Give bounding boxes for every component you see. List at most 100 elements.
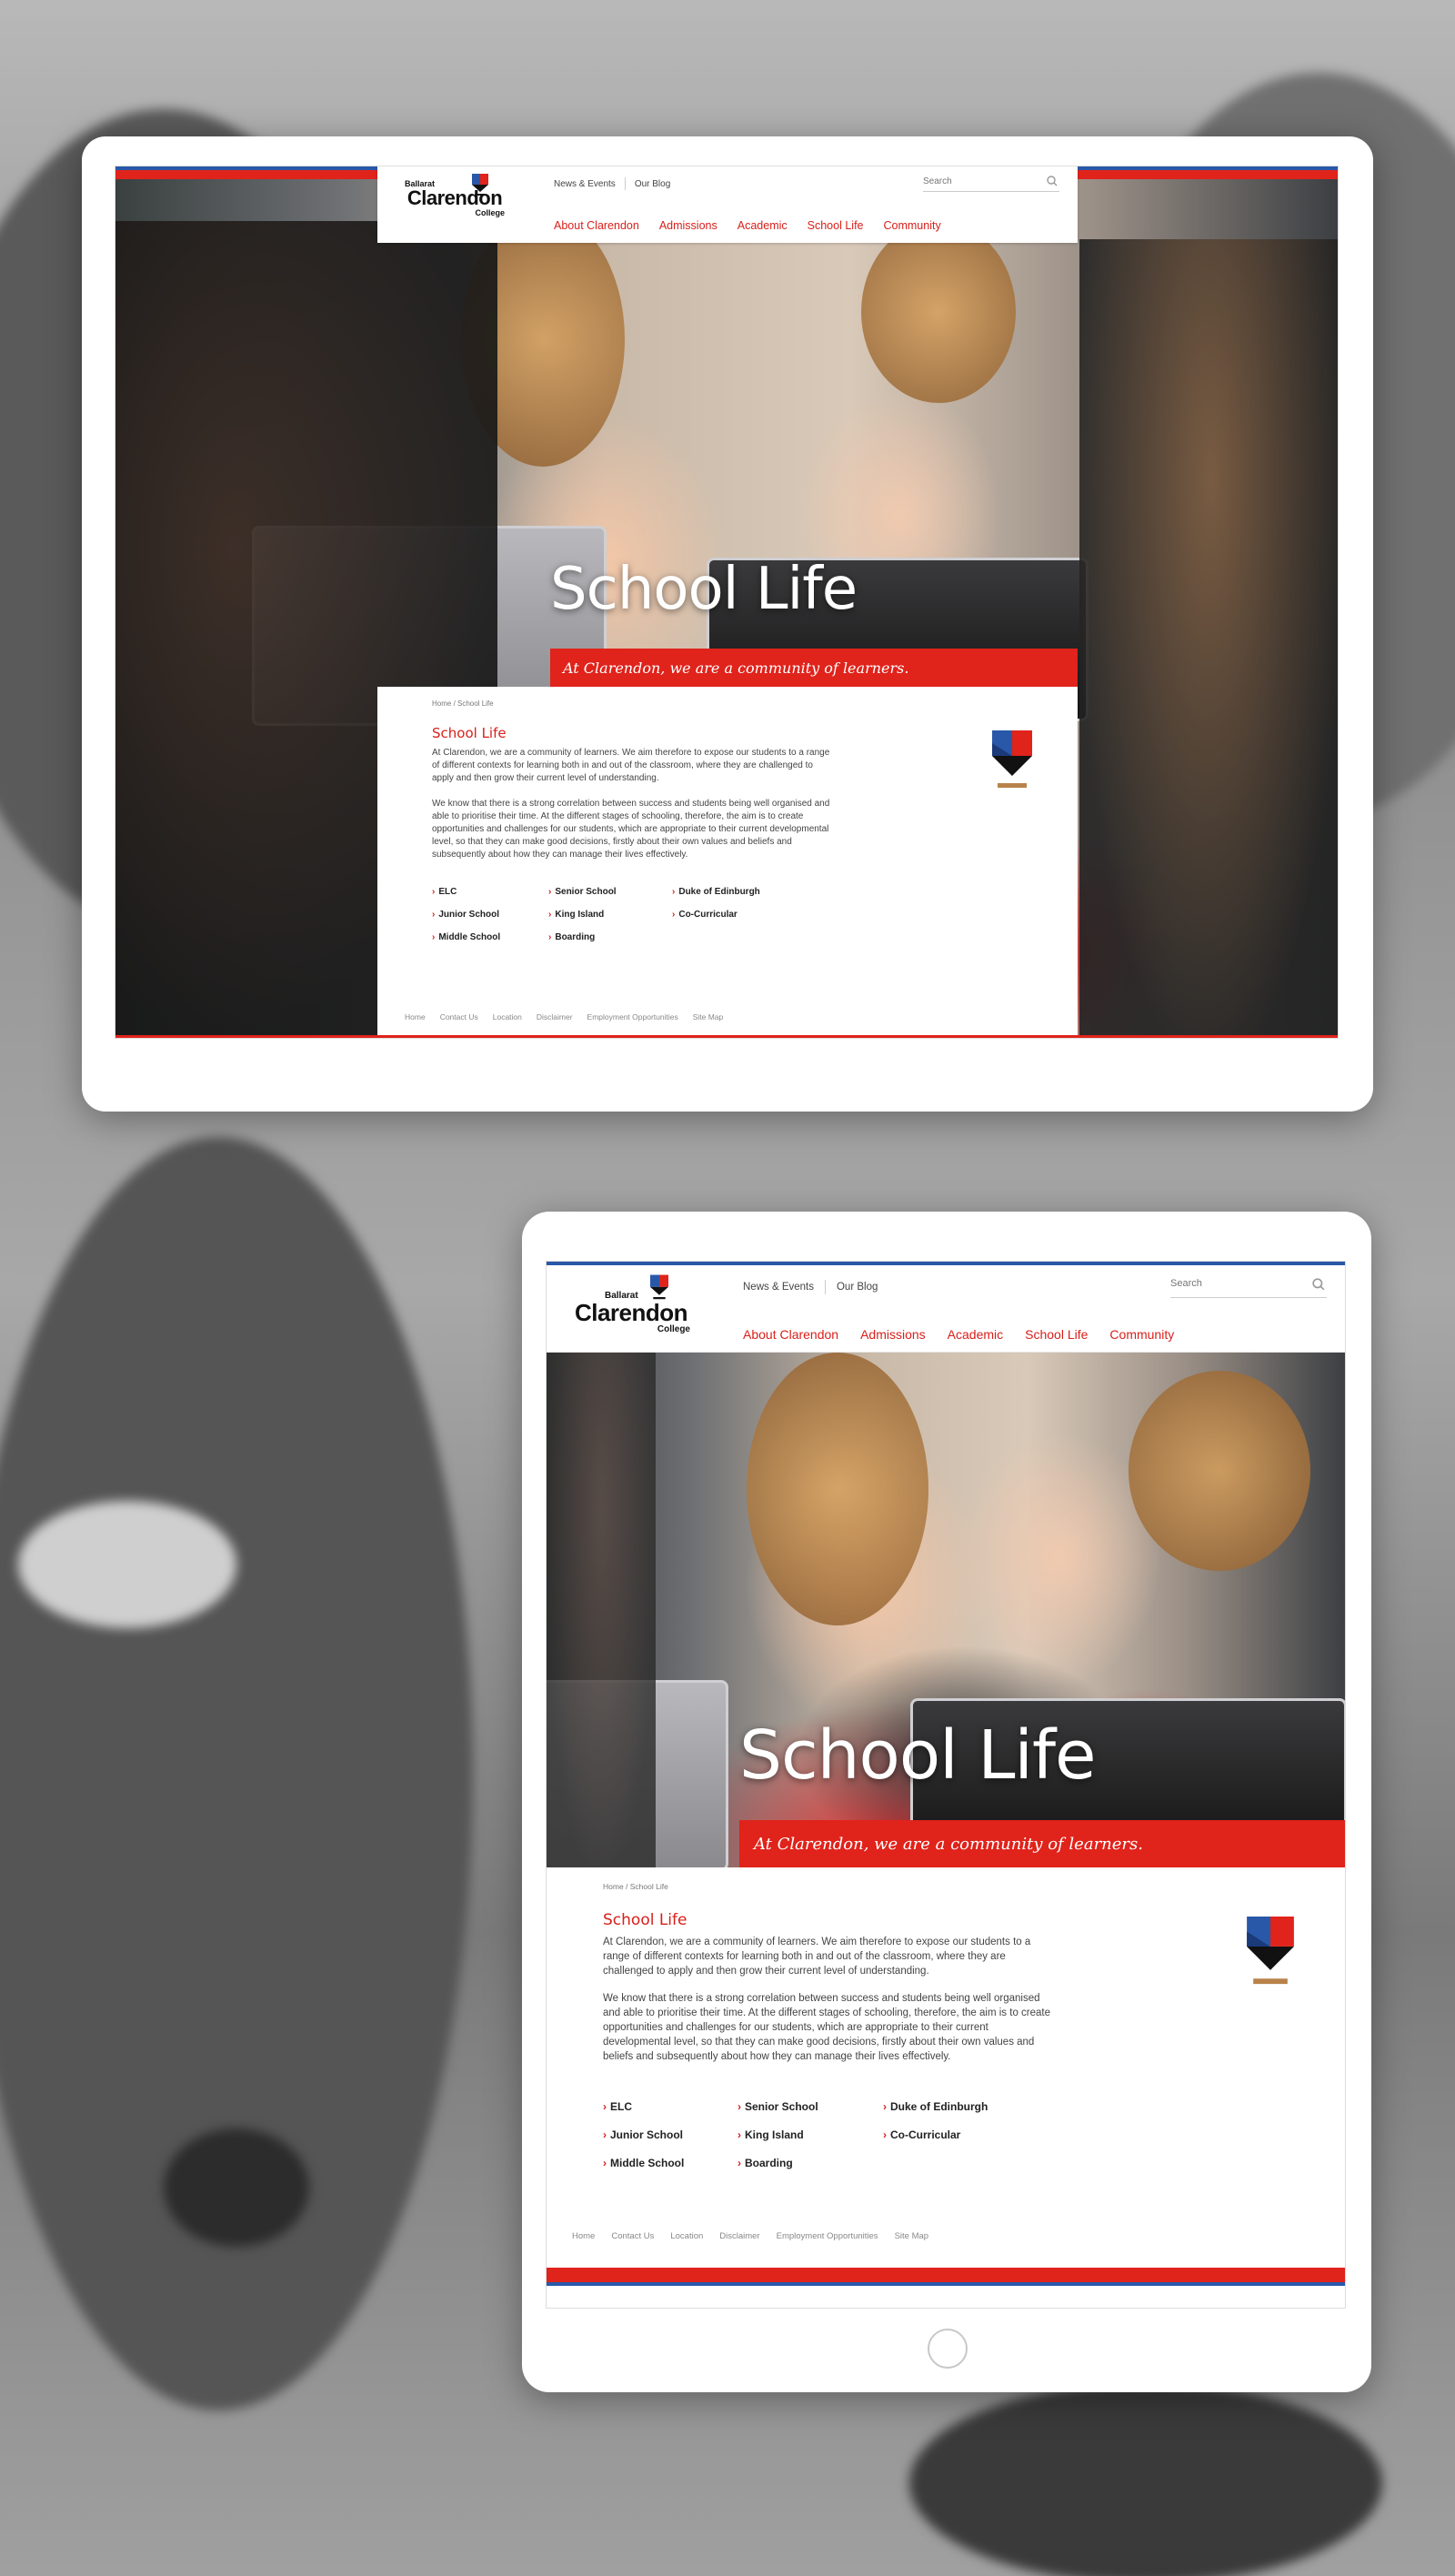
shield-crest-icon [992, 730, 1032, 788]
chevron-right-icon: › [738, 2128, 741, 2141]
body-paragraph: We know that there is a strong correlati… [603, 1993, 1051, 2063]
page-title: School Life [432, 725, 507, 741]
hero-tagline: At Clarendon, we are a community of lear… [550, 649, 1078, 687]
search-input[interactable] [923, 176, 1059, 186]
footer-home[interactable]: Home [572, 2231, 595, 2241]
footer-home[interactable]: Home [405, 1012, 426, 1021]
our-blog-link[interactable]: Our Blog [635, 179, 670, 189]
link-senior-school[interactable]: › Senior School [738, 2100, 883, 2113]
search-input[interactable] [1170, 1278, 1327, 1289]
desktop-screen: Ballarat Clarendon College News & Events… [115, 166, 1339, 1039]
link-king-island[interactable]: › King Island [548, 910, 672, 920]
search-box[interactable] [1170, 1278, 1327, 1298]
link-king-island[interactable]: › King Island [738, 2128, 883, 2141]
search-icon[interactable] [1047, 176, 1058, 186]
footer-site-map[interactable]: Site Map [693, 1012, 724, 1021]
chevron-right-icon: › [432, 887, 436, 897]
news-events-link[interactable]: News & Events [554, 179, 616, 189]
footer-contact-us[interactable]: Contact Us [440, 1012, 478, 1021]
bottom-stripe-blue [547, 2282, 1345, 2286]
shield-crest-icon [1247, 1917, 1294, 1985]
our-blog-link[interactable]: Our Blog [837, 1282, 878, 1293]
chevron-right-icon: › [603, 2157, 607, 2169]
main-nav: About Clarendon Admissions Academic Scho… [554, 219, 941, 232]
footer-employment[interactable]: Employment Opportunities [587, 1012, 678, 1021]
hero-title: School Life [739, 1716, 1097, 1795]
search-box[interactable] [923, 176, 1059, 192]
tablet-frame: Ballarat Clarendon College News & Events… [522, 1212, 1371, 2392]
chevron-right-icon: › [738, 2157, 741, 2169]
section-links: › ELC › Senior School › Duke of Edinburgh ›… [603, 2100, 1047, 2169]
divider [624, 177, 626, 190]
link-co-curricular[interactable]: › Co-Curricular [883, 2128, 1047, 2141]
link-junior-school[interactable]: › Junior School [432, 910, 548, 920]
desktop-frame: Ballarat Clarendon College News & Events… [82, 136, 1373, 1112]
nav-admissions[interactable]: Admissions [659, 219, 717, 232]
chevron-right-icon: › [883, 2128, 887, 2141]
nav-school-life[interactable]: School Life [1025, 1327, 1088, 1342]
nav-community[interactable]: Community [1109, 1327, 1174, 1342]
home-button[interactable] [928, 2329, 968, 2369]
nav-academic[interactable]: Academic [948, 1327, 1003, 1342]
divider [824, 1280, 826, 1294]
link-duke-of-edinburgh[interactable]: › Duke of Edinburgh [883, 2100, 1047, 2113]
bottom-stripe [115, 1035, 1338, 1038]
main-content: Home / School Life School Life At Claren… [547, 1867, 1345, 2255]
link-co-curricular[interactable]: › Co-Curricular [672, 910, 818, 920]
link-junior-school[interactable]: › Junior School [603, 2128, 738, 2141]
footer-employment[interactable]: Employment Opportunities [777, 2231, 878, 2241]
news-events-link[interactable]: News & Events [743, 1282, 814, 1293]
footer-location[interactable]: Location [493, 1012, 522, 1021]
link-boarding[interactable]: › Boarding [738, 2157, 883, 2169]
footer-nav: Home Contact Us Location Disclaimer Empl… [405, 1012, 723, 1021]
page-title: School Life [603, 1911, 687, 1929]
shield-crest-icon [472, 174, 488, 196]
link-boarding[interactable]: › Boarding [548, 932, 672, 942]
link-middle-school[interactable]: › Middle School [603, 2157, 738, 2169]
intro-paragraph: At Clarendon, we are a community of lear… [432, 748, 830, 783]
link-duke-of-edinburgh[interactable]: › Duke of Edinburgh [672, 887, 818, 897]
footer-location[interactable]: Location [670, 2231, 703, 2241]
logo[interactable]: Ballarat Clarendon College [572, 1291, 690, 1334]
bottom-stripe-red [547, 2268, 1345, 2282]
link-elc[interactable]: › ELC [603, 2100, 738, 2113]
chevron-right-icon: › [883, 2100, 887, 2113]
footer-contact-us[interactable]: Contact Us [611, 2231, 654, 2241]
chevron-right-icon: › [432, 910, 436, 920]
link-senior-school[interactable]: › Senior School [548, 887, 672, 897]
main-nav: About Clarendon Admissions Academic Scho… [743, 1327, 1174, 1342]
breadcrumb[interactable]: Home / School Life [603, 1882, 668, 1891]
chevron-right-icon: › [738, 2100, 741, 2113]
chevron-right-icon: › [672, 887, 676, 897]
header: Ballarat Clarendon College News & Events… [377, 166, 1078, 243]
main-content: Home / School Life School Life At Claren… [377, 687, 1078, 1038]
utility-nav: News & Events Our Blog [743, 1280, 878, 1294]
footer-disclaimer[interactable]: Disclaimer [719, 2231, 759, 2241]
nav-community[interactable]: Community [884, 219, 941, 232]
nav-admissions[interactable]: Admissions [860, 1327, 926, 1342]
breadcrumb[interactable]: Home / School Life [432, 699, 494, 708]
footer-nav: Home Contact Us Location Disclaimer Empl… [572, 2231, 928, 2241]
footer-disclaimer[interactable]: Disclaimer [537, 1012, 573, 1021]
nav-about-clarendon[interactable]: About Clarendon [554, 219, 639, 232]
footer-site-map[interactable]: Site Map [895, 2231, 929, 2241]
hero-title: School Life [550, 556, 858, 623]
chevron-right-icon: › [548, 887, 552, 897]
hero-tagline: At Clarendon, we are a community of lear… [739, 1820, 1345, 1867]
chevron-right-icon: › [603, 2128, 607, 2141]
shield-crest-icon [650, 1274, 668, 1300]
nav-about-clarendon[interactable]: About Clarendon [743, 1327, 838, 1342]
tablet-screen: Ballarat Clarendon College News & Events… [546, 1261, 1346, 2309]
chevron-right-icon: › [672, 910, 676, 920]
nav-school-life[interactable]: School Life [808, 219, 864, 232]
section-links: › ELC › Senior School › Duke of Edinburgh ›… [432, 887, 818, 942]
link-elc[interactable]: › ELC [432, 887, 548, 897]
nav-academic[interactable]: Academic [738, 219, 788, 232]
link-middle-school[interactable]: › Middle School [432, 932, 548, 942]
chevron-right-icon: › [603, 2100, 607, 2113]
utility-nav: News & Events Our Blog [554, 177, 670, 190]
header: Ballarat Clarendon College News & Events… [547, 1265, 1345, 1353]
intro-paragraph: At Clarendon, we are a community of lear… [603, 1937, 1031, 1977]
logo[interactable]: Ballarat Clarendon College [405, 179, 505, 217]
search-icon[interactable] [1312, 1278, 1325, 1291]
